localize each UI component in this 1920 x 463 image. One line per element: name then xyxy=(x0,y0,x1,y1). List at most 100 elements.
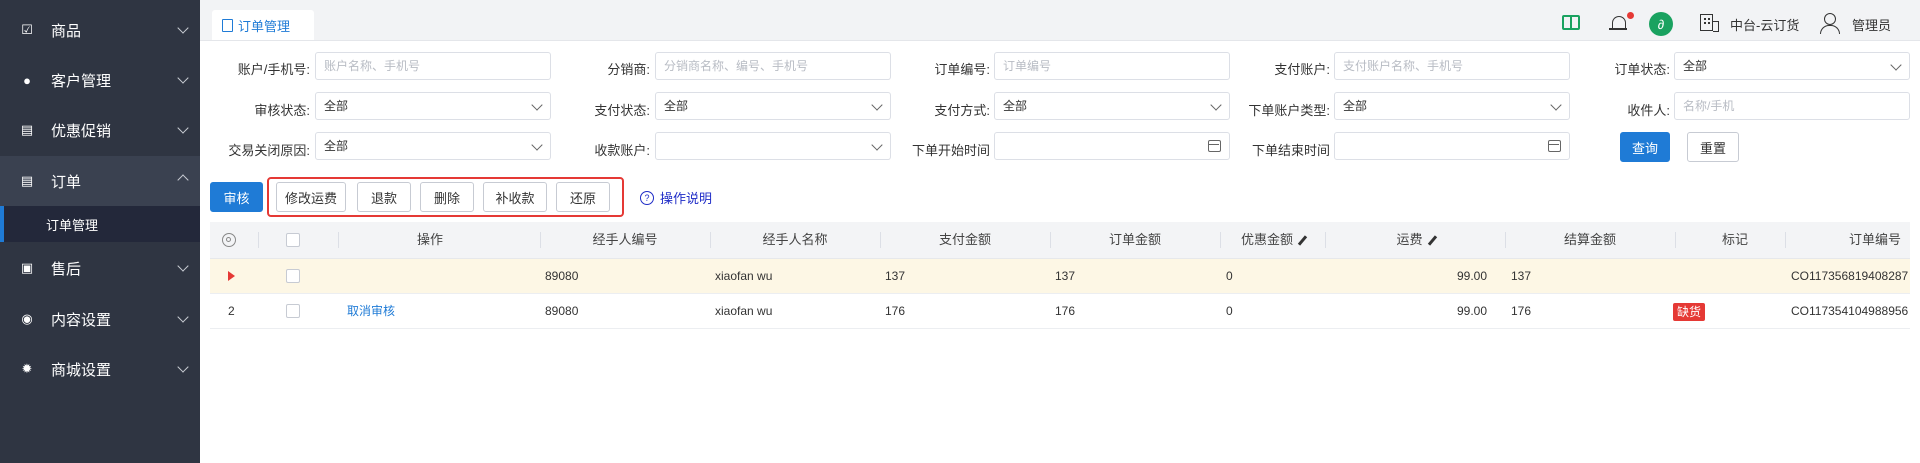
sidebar-item-label: 商品 xyxy=(51,22,82,40)
sidebar-item-label: 内容设置 xyxy=(51,311,112,329)
order-no-input[interactable]: 订单编号 xyxy=(994,52,1230,80)
order-no-label: 订单编号: xyxy=(934,62,990,77)
audit-button[interactable]: 审核 xyxy=(210,182,263,212)
user-icon: ● xyxy=(23,72,31,88)
tab-label: 订单管理 xyxy=(238,18,291,34)
collect-account-label: 收款账户: xyxy=(594,143,650,158)
receiver-input[interactable]: 名称/手机 xyxy=(1674,92,1910,120)
row-checkbox[interactable] xyxy=(286,269,300,283)
sidebar-item-products[interactable]: ☑ 商品 xyxy=(0,8,200,52)
sidebar-item-label: 客户管理 xyxy=(51,72,112,90)
active-indicator xyxy=(0,206,4,242)
query-button[interactable]: 查询 xyxy=(1620,132,1670,162)
chevron-down-icon xyxy=(177,361,189,373)
col-header-order-no: 订单编号 xyxy=(1848,232,1901,247)
delete-button[interactable]: 删除 xyxy=(420,182,474,212)
pay-status-select[interactable]: 全部 xyxy=(655,92,891,120)
modify-freight-button[interactable]: 修改运费 xyxy=(276,182,346,212)
user-icon-body xyxy=(1820,25,1840,34)
sidebar-item-promotions[interactable]: ▤ 优惠促销 xyxy=(0,108,200,152)
select-all-checkbox[interactable] xyxy=(286,233,300,247)
cancel-audit-link[interactable]: 取消审核 xyxy=(347,294,395,328)
sidebar-item-orders[interactable]: ▤ 订单 xyxy=(0,156,200,206)
help-link[interactable]: ? 操作说明 xyxy=(640,188,712,207)
close-reason-value: 全部 xyxy=(324,139,349,153)
start-time-picker[interactable] xyxy=(994,132,1230,160)
account-label: 账户/手机号: xyxy=(237,62,310,77)
document-icon xyxy=(222,18,233,32)
cell-order-no[interactable]: CO117356819408287 xyxy=(1791,259,1908,293)
chevron-down-icon xyxy=(177,311,189,323)
col-header-handler-no: 经手人编号 xyxy=(592,232,658,247)
cell-pay-amount: 176 xyxy=(885,304,906,318)
column-divider xyxy=(1785,232,1786,248)
edit-pencil-icon[interactable] xyxy=(1427,235,1437,246)
table-header: 操作 经手人编号 经手人名称 支付金额 订单金额 优惠金额 运费 结算金额 标记… xyxy=(210,222,1910,259)
end-time-picker[interactable] xyxy=(1334,132,1570,160)
org-name[interactable]: 中台-云订货 xyxy=(1730,15,1799,34)
chevron-down-icon xyxy=(177,72,189,84)
book-icon[interactable] xyxy=(1562,15,1580,30)
supplement-payment-button[interactable]: 补收款 xyxy=(483,182,547,212)
cell-settle: 176 xyxy=(1511,304,1532,318)
account-input[interactable]: 账户名称、手机号 xyxy=(315,52,551,80)
cell-handler-name: xiaofan wu xyxy=(715,304,773,318)
pay-account-input[interactable]: 支付账户名称、手机号 xyxy=(1334,52,1570,80)
sidebar-item-label: 商城设置 xyxy=(51,361,112,379)
col-header-handler-name: 经手人名称 xyxy=(762,232,828,247)
calendar-icon xyxy=(1548,140,1561,152)
col-header-discount-label: 优惠金额 xyxy=(1240,232,1293,247)
sidebar-item-content[interactable]: ◉ 内容设置 xyxy=(0,297,200,341)
table-row[interactable]: 89080 xiaofan wu 137 137 0 99.00 137 CO1… xyxy=(210,259,1910,294)
expand-arrow-icon[interactable] xyxy=(228,271,235,281)
refund-button[interactable]: 退款 xyxy=(357,182,411,212)
cell-handler-no: 89080 xyxy=(545,269,579,283)
settings-gear-icon[interactable] xyxy=(222,233,236,247)
tab-order-management[interactable]: 订单管理 xyxy=(212,10,314,40)
cell-settle: 137 xyxy=(1511,269,1532,283)
row-checkbox[interactable] xyxy=(286,304,300,318)
col-header-pay-amount: 支付金额 xyxy=(938,232,991,247)
cell-freight: 99.00 xyxy=(1456,304,1487,318)
col-header-mark: 标记 xyxy=(1721,232,1748,247)
user-name[interactable]: 管理员 xyxy=(1852,15,1891,34)
audit-status-select[interactable]: 全部 xyxy=(315,92,551,120)
order-status-label: 订单状态: xyxy=(1614,62,1670,77)
wechat-icon[interactable]: ∂ xyxy=(1649,12,1673,36)
sidebar: ☑ 商品 ● 客户管理 ▤ 优惠促销 ▤ 订单 订单管理 ▣ 售后 ◉ 内容设置… xyxy=(0,0,200,463)
close-reason-select[interactable]: 全部 xyxy=(315,132,551,160)
distributor-label: 分销商: xyxy=(607,62,650,77)
cell-order-no[interactable]: CO117354104988956 xyxy=(1791,294,1908,328)
chevron-down-icon xyxy=(177,122,189,134)
chevron-down-icon xyxy=(177,260,189,272)
bell-icon-base xyxy=(1609,28,1627,30)
reset-button[interactable]: 重置 xyxy=(1687,132,1739,162)
pay-status-value: 全部 xyxy=(664,99,689,113)
sidebar-item-label: 售后 xyxy=(51,260,82,278)
sidebar-subitem-order-management[interactable]: 订单管理 xyxy=(0,206,200,242)
sidebar-item-customers[interactable]: ● 客户管理 xyxy=(0,58,200,102)
distributor-input[interactable]: 分销商名称、编号、手机号 xyxy=(655,52,891,80)
column-divider xyxy=(258,232,259,248)
order-status-select[interactable]: 全部 xyxy=(1674,52,1910,80)
pay-method-select[interactable]: 全部 xyxy=(994,92,1230,120)
table-row[interactable]: 2 取消审核 89080 xiaofan wu 176 176 0 99.00 … xyxy=(210,294,1910,329)
account-type-select[interactable]: 全部 xyxy=(1334,92,1570,120)
chevron-down-icon xyxy=(1890,59,1902,71)
col-header-settle: 结算金额 xyxy=(1563,232,1616,247)
pay-method-label: 支付方式: xyxy=(934,103,990,118)
sidebar-item-after-sales[interactable]: ▣ 售后 xyxy=(0,246,200,290)
close-reason-label: 交易关闭原因: xyxy=(228,143,310,158)
restore-button[interactable]: 还原 xyxy=(556,182,610,212)
question-icon: ? xyxy=(640,190,654,205)
col-header-action: 操作 xyxy=(416,232,443,247)
chevron-down-icon xyxy=(177,22,189,34)
edit-pencil-icon[interactable] xyxy=(1297,235,1308,246)
notification-dot xyxy=(1627,12,1634,19)
end-time-label: 下单结束时间 xyxy=(1251,143,1330,158)
column-divider xyxy=(338,232,339,248)
sidebar-item-mall-settings[interactable]: ✹ 商城设置 xyxy=(0,347,200,391)
collect-account-select[interactable] xyxy=(655,132,891,160)
user-icon xyxy=(1824,13,1836,25)
col-header-order-amount: 订单金额 xyxy=(1108,232,1161,247)
